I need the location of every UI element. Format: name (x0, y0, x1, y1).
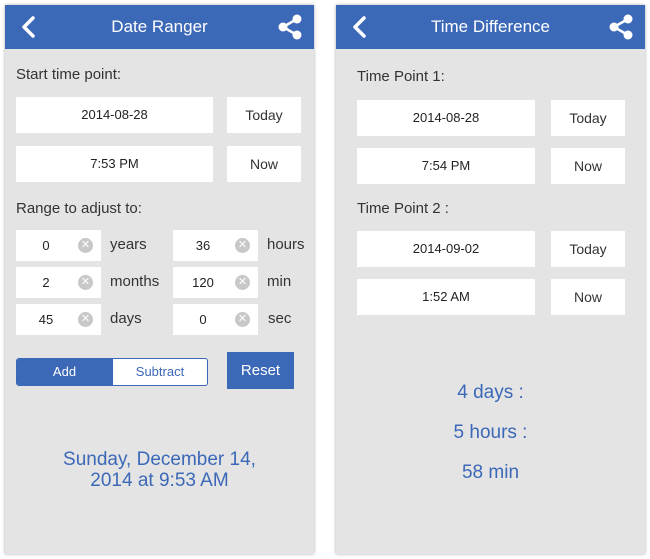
clear-icon[interactable]: ✕ (235, 238, 250, 253)
result-min: 58 min (461, 462, 520, 483)
result-days: 4 days : (457, 382, 524, 403)
sec-unit: sec (268, 310, 292, 327)
days-unit: days (110, 310, 142, 327)
hours-input[interactable]: 36 ✕ (173, 230, 258, 261)
tp2-now-button[interactable]: Now (551, 279, 625, 315)
clear-icon[interactable]: ✕ (235, 275, 250, 290)
days-input[interactable]: 45 ✕ (16, 304, 101, 335)
months-unit: months (110, 273, 160, 290)
add-subtract-toggle: Add Subtract (16, 358, 208, 386)
years-input[interactable]: 0 ✕ (16, 230, 101, 261)
tp2-today-button[interactable]: Today (551, 231, 625, 267)
tp1-date-field[interactable]: 2014-08-28 (357, 100, 535, 136)
time-point-2-label: Time Point 2 : (357, 200, 449, 217)
sec-value: 0 (199, 312, 207, 327)
hours-unit: hours (267, 236, 305, 253)
min-value: 120 (192, 275, 214, 290)
today-button[interactable]: Today (227, 97, 301, 133)
add-button[interactable]: Add (17, 359, 112, 385)
page-title: Date Ranger (111, 17, 208, 36)
result-date-line2: 2014 at 9:53 AM (90, 470, 229, 491)
tp1-today-button[interactable]: Today (551, 100, 625, 136)
now-button[interactable]: Now (227, 146, 301, 182)
tp2-date-field[interactable]: 2014-09-02 (357, 231, 535, 267)
page-title: Time Difference (430, 17, 551, 36)
tp2-time-field[interactable]: 1:52 AM (357, 279, 535, 315)
time-difference-screen: Time Difference Time Point 1: 2014-08-28… (336, 5, 645, 554)
nav-bar: Time Difference (336, 5, 645, 49)
years-value: 0 (42, 238, 50, 253)
clear-icon[interactable]: ✕ (235, 312, 250, 327)
share-icon[interactable] (276, 13, 304, 41)
clear-icon[interactable]: ✕ (78, 275, 93, 290)
result-date-line1: Sunday, December 14, (63, 449, 256, 470)
days-value: 45 (38, 312, 54, 327)
start-time-label: Start time point: (16, 66, 122, 83)
reset-button[interactable]: Reset (227, 352, 294, 389)
clear-icon[interactable]: ✕ (78, 312, 93, 327)
nav-bar: Date Ranger (5, 5, 314, 49)
tp1-now-button[interactable]: Now (551, 148, 625, 184)
start-time-field[interactable]: 7:53 PM (16, 146, 213, 182)
months-value: 2 (42, 275, 50, 290)
share-icon[interactable] (607, 13, 635, 41)
years-unit: years (110, 236, 147, 253)
min-input[interactable]: 120 ✕ (173, 267, 258, 298)
result-hours: 5 hours : (453, 422, 528, 443)
range-label: Range to adjust to: (16, 200, 142, 217)
sec-input[interactable]: 0 ✕ (173, 304, 258, 335)
months-input[interactable]: 2 ✕ (16, 267, 101, 298)
hours-value: 36 (195, 238, 211, 253)
min-unit: min (267, 273, 292, 290)
date-ranger-screen: Date Ranger Start time point: 2014-08-28… (5, 5, 314, 554)
start-date-field[interactable]: 2014-08-28 (16, 97, 213, 133)
tp1-time-field[interactable]: 7:54 PM (357, 148, 535, 184)
clear-icon[interactable]: ✕ (78, 238, 93, 253)
time-point-1-label: Time Point 1: (357, 68, 445, 85)
subtract-button[interactable]: Subtract (112, 359, 207, 385)
